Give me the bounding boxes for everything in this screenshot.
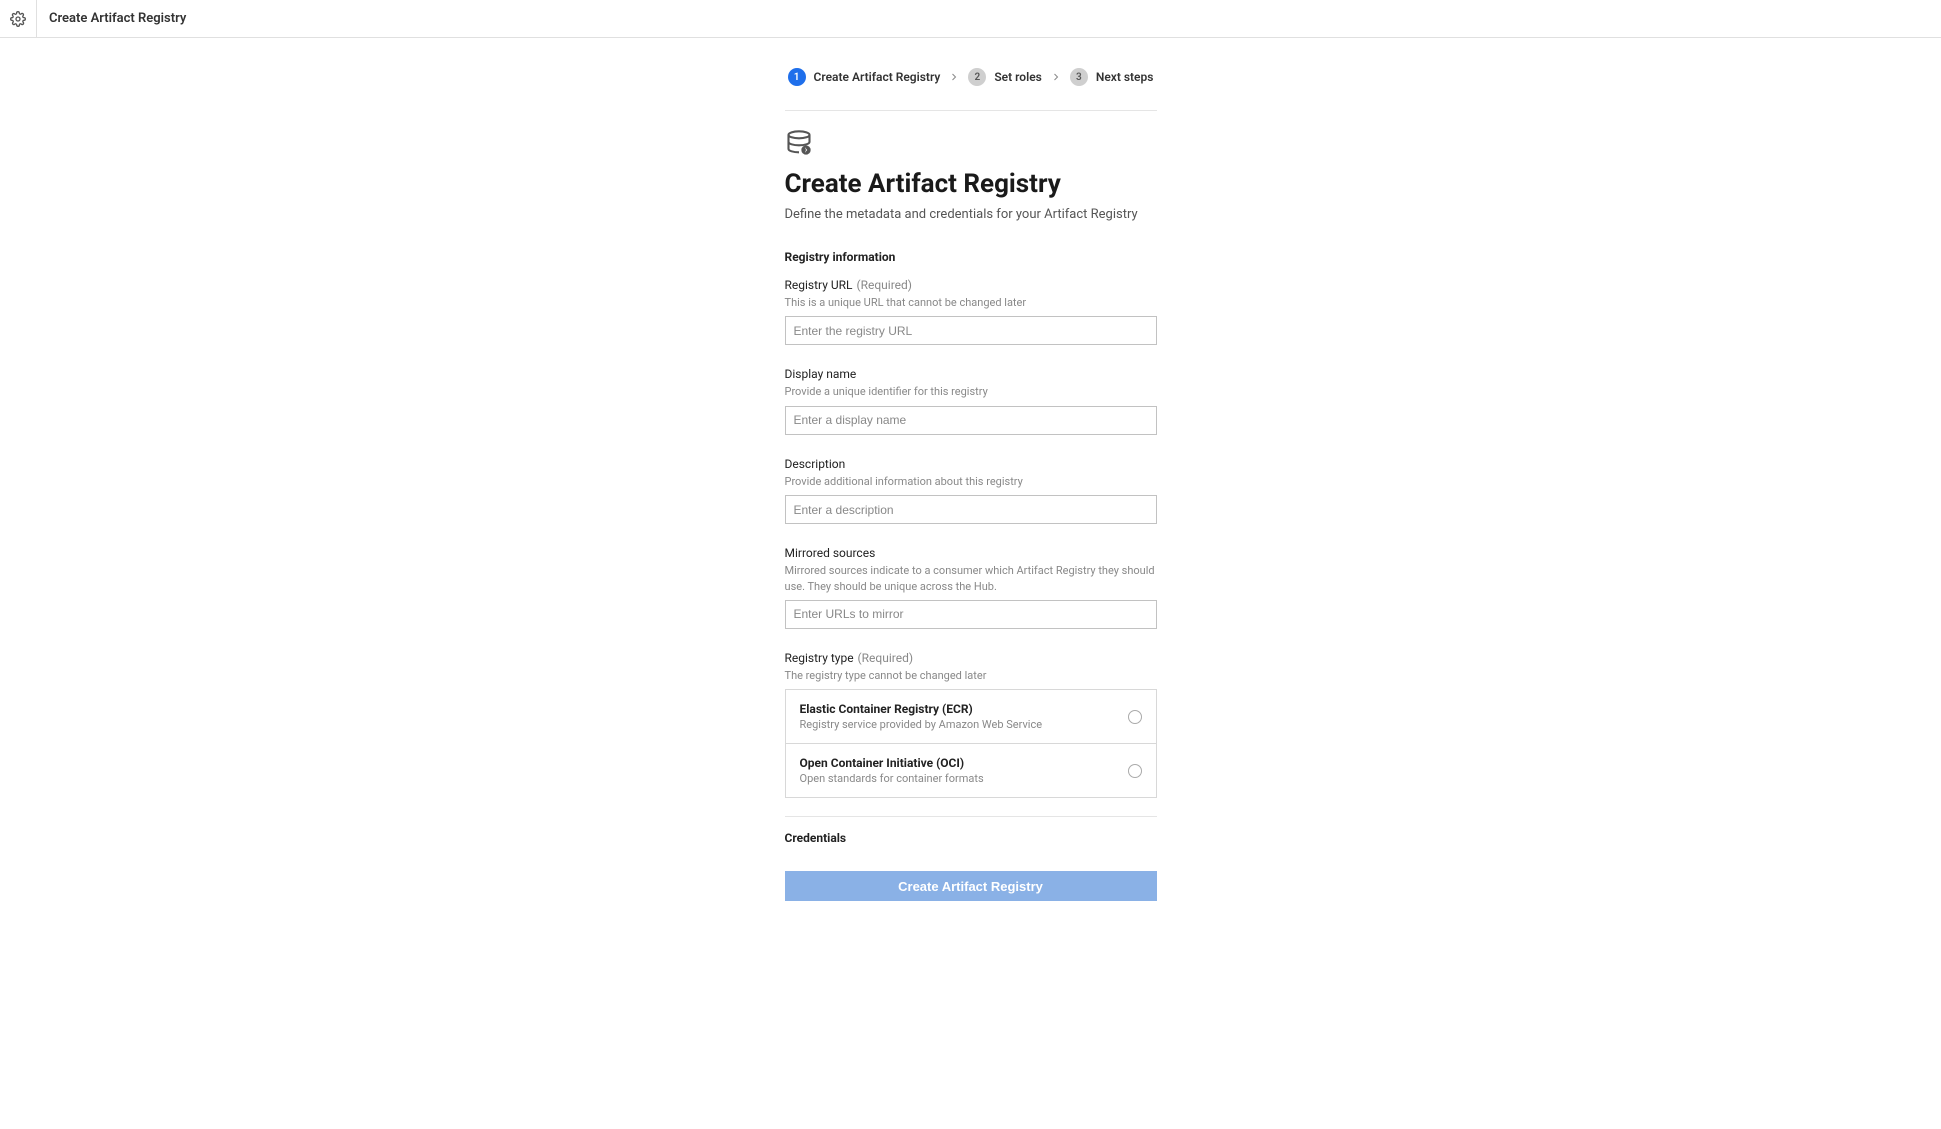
step-3-num: 3 — [1070, 68, 1088, 86]
step-1-num: 1 — [788, 68, 806, 86]
display-name-help: Provide a unique identifier for this reg… — [785, 384, 1157, 399]
gear-icon — [10, 11, 26, 27]
header-icon-wrap[interactable] — [0, 0, 37, 37]
page-title: Create Artifact Registry — [785, 169, 1157, 199]
registry-url-label: Registry URL — [785, 278, 853, 292]
chevron-right-icon — [948, 71, 960, 83]
ecr-desc: Registry service provided by Amazon Web … — [800, 718, 1043, 731]
section-registry-info: Registry information — [785, 250, 1157, 264]
field-mirrored-sources: Mirrored sources Mirrored sources indica… — [785, 542, 1157, 629]
registry-type-option-ecr[interactable]: Elastic Container Registry (ECR) Registr… — [786, 690, 1156, 743]
chevron-right-icon — [1050, 71, 1062, 83]
oci-title: Open Container Initiative (OCI) — [800, 756, 984, 770]
radio-icon — [1128, 764, 1142, 778]
registry-type-help: The registry type cannot be changed late… — [785, 668, 1157, 683]
page-subtitle: Define the metadata and credentials for … — [785, 207, 1157, 222]
registry-type-option-oci[interactable]: Open Container Initiative (OCI) Open sta… — [786, 743, 1156, 797]
step-2[interactable]: 2 Set roles — [968, 68, 1041, 86]
section-credentials: Credentials — [785, 831, 1157, 845]
step-1-label: Create Artifact Registry — [814, 70, 941, 84]
registry-url-input[interactable] — [785, 316, 1157, 345]
display-name-label: Display name — [785, 367, 857, 381]
step-3[interactable]: 3 Next steps — [1070, 68, 1154, 86]
mirrored-sources-help: Mirrored sources indicate to a consumer … — [785, 563, 1157, 594]
registry-type-required: (Required) — [858, 651, 913, 665]
description-label: Description — [785, 457, 846, 471]
oci-desc: Open standards for container formats — [800, 772, 984, 785]
field-display-name: Display name Provide a unique identifier… — [785, 363, 1157, 434]
field-registry-type: Registry type (Required) The registry ty… — [785, 647, 1157, 798]
step-2-label: Set roles — [994, 70, 1041, 84]
divider — [785, 816, 1157, 817]
create-registry-button[interactable]: Create Artifact Registry — [785, 871, 1157, 901]
step-2-num: 2 — [968, 68, 986, 86]
header-title: Create Artifact Registry — [37, 11, 186, 26]
mirrored-sources-input[interactable] — [785, 600, 1157, 629]
display-name-input[interactable] — [785, 406, 1157, 435]
registry-type-label: Registry type — [785, 651, 854, 665]
step-1[interactable]: 1 Create Artifact Registry — [788, 68, 941, 86]
registry-url-required: (Required) — [856, 278, 911, 292]
ecr-title: Elastic Container Registry (ECR) — [800, 702, 1043, 716]
registry-type-group: Elastic Container Registry (ECR) Registr… — [785, 689, 1157, 798]
description-input[interactable] — [785, 495, 1157, 524]
registry-url-help: This is a unique URL that cannot be chan… — [785, 295, 1157, 310]
registry-icon — [785, 129, 813, 157]
mirrored-sources-label: Mirrored sources — [785, 546, 876, 560]
content-area: Create Artifact Registry Define the meta… — [785, 111, 1157, 941]
field-description: Description Provide additional informati… — [785, 453, 1157, 524]
description-help: Provide additional information about thi… — [785, 474, 1157, 489]
stepper: 1 Create Artifact Registry 2 Set roles 3… — [785, 68, 1157, 111]
field-registry-url: Registry URL (Required) This is a unique… — [785, 274, 1157, 345]
app-header: Create Artifact Registry — [0, 0, 1941, 38]
radio-icon — [1128, 710, 1142, 724]
step-3-label: Next steps — [1096, 70, 1154, 84]
